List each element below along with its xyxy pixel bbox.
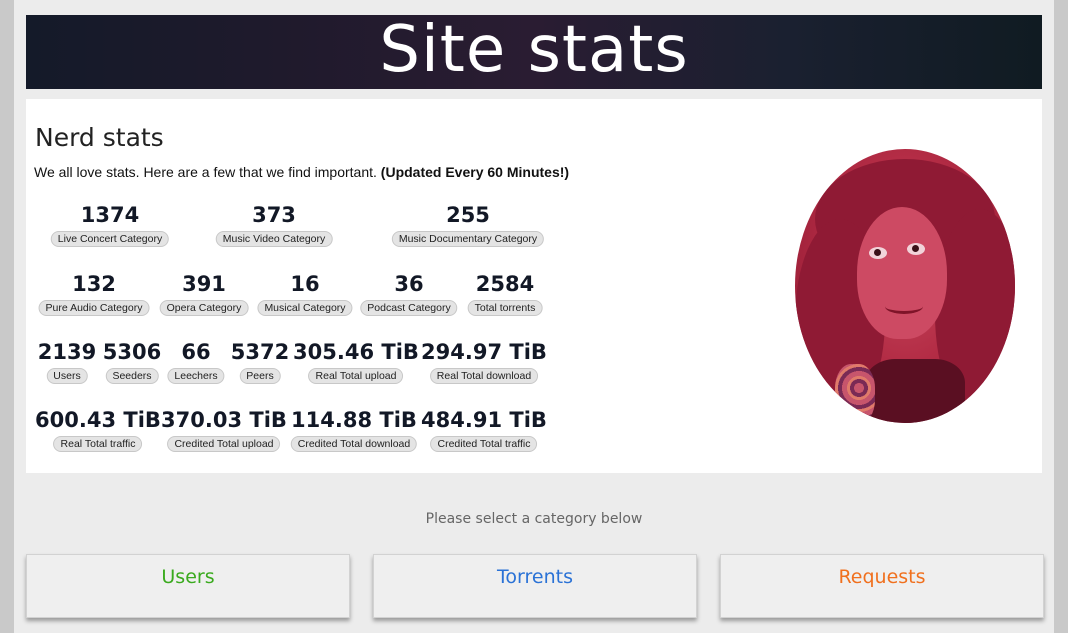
stat-value: 255 bbox=[446, 203, 490, 227]
stat-real-total-traffic: 600.43 TiB Real Total traffic bbox=[35, 408, 161, 452]
stat-podcast: 36 Podcast Category bbox=[360, 272, 458, 316]
stat-credited-total-download: 114.88 TiB Credited Total download bbox=[290, 408, 418, 452]
stat-value: 2584 bbox=[475, 272, 535, 296]
stat-label: Live Concert Category bbox=[50, 231, 170, 247]
stat-credited-total-traffic: 484.91 TiB Credited Total traffic bbox=[421, 408, 547, 452]
stat-real-total-download: 294.97 TiB Real Total download bbox=[421, 340, 547, 384]
stat-pure-audio: 132 Pure Audio Category bbox=[38, 272, 150, 316]
stat-value: 484.91 TiB bbox=[421, 408, 547, 432]
stat-music-video: 373 Music Video Category bbox=[215, 203, 333, 247]
stat-value: 114.88 TiB bbox=[291, 408, 417, 432]
site-header: Site stats bbox=[26, 15, 1042, 89]
stat-value: 2139 bbox=[37, 340, 97, 364]
stat-value: 373 bbox=[252, 203, 296, 227]
intro-update-note: (Updated Every 60 Minutes!) bbox=[380, 164, 570, 180]
stat-label: Pure Audio Category bbox=[38, 300, 150, 316]
stat-value: 1374 bbox=[80, 203, 140, 227]
stat-label: Peers bbox=[239, 368, 281, 384]
section-heading: Nerd stats bbox=[35, 123, 164, 152]
stat-value: 16 bbox=[290, 272, 320, 296]
category-users-button[interactable]: Users bbox=[26, 554, 350, 618]
stat-label: Credited Total upload bbox=[167, 436, 281, 452]
category-requests-button[interactable]: Requests bbox=[720, 554, 1044, 618]
stat-label: Total torrents bbox=[467, 300, 543, 316]
stat-value: 5372 bbox=[230, 340, 290, 364]
stat-label: Real Total traffic bbox=[53, 436, 143, 452]
stat-value: 132 bbox=[72, 272, 116, 296]
nerd-stats-panel: Nerd stats We all love stats. Here are a… bbox=[26, 99, 1042, 473]
stat-label: Credited Total download bbox=[290, 436, 418, 452]
stat-label: Opera Category bbox=[159, 300, 249, 316]
category-prompt: Please select a category below bbox=[425, 511, 643, 527]
stat-label: Leechers bbox=[167, 368, 225, 384]
stat-value: 305.46 TiB bbox=[293, 340, 419, 364]
stat-label: Credited Total traffic bbox=[430, 436, 538, 452]
stat-opera: 391 Opera Category bbox=[159, 272, 249, 316]
stat-leechers: 66 Leechers bbox=[167, 340, 225, 384]
intro-plain: We all love stats. Here are a few that w… bbox=[34, 164, 377, 180]
stat-value: 36 bbox=[394, 272, 424, 296]
stat-credited-total-upload: 370.03 TiB Credited Total upload bbox=[161, 408, 287, 452]
page-title: Site stats bbox=[379, 13, 689, 87]
stat-label: Real Total download bbox=[429, 368, 539, 384]
stat-users: 2139 Users bbox=[38, 340, 96, 384]
profile-portrait-image bbox=[795, 149, 1015, 423]
intro-text: We all love stats. Here are a few that w… bbox=[34, 164, 569, 180]
stat-real-total-upload: 305.46 TiB Real Total upload bbox=[293, 340, 419, 384]
stat-label: Musical Category bbox=[257, 300, 353, 316]
category-label: Torrents bbox=[497, 566, 573, 588]
stat-label: Real Total upload bbox=[308, 368, 404, 384]
stat-seeders: 5306 Seeders bbox=[103, 340, 161, 384]
stat-value: 391 bbox=[182, 272, 226, 296]
stat-value: 66 bbox=[181, 340, 211, 364]
stat-total-torrents: 2584 Total torrents bbox=[467, 272, 543, 316]
stat-label: Music Video Category bbox=[215, 231, 333, 247]
stat-live-concert: 1374 Live Concert Category bbox=[50, 203, 170, 247]
category-label: Requests bbox=[838, 566, 926, 588]
stat-label: Podcast Category bbox=[360, 300, 458, 316]
stat-label: Seeders bbox=[105, 368, 159, 384]
category-torrents-button[interactable]: Torrents bbox=[373, 554, 697, 618]
category-label: Users bbox=[161, 566, 215, 588]
stat-value: 5306 bbox=[102, 340, 162, 364]
stat-label: Users bbox=[46, 368, 88, 384]
page: Site stats Nerd stats We all love stats.… bbox=[14, 0, 1054, 633]
stat-label: Music Documentary Category bbox=[391, 231, 545, 247]
stat-value: 370.03 TiB bbox=[161, 408, 287, 432]
stat-music-documentary: 255 Music Documentary Category bbox=[391, 203, 545, 247]
stat-value: 294.97 TiB bbox=[421, 340, 547, 364]
stat-value: 600.43 TiB bbox=[35, 408, 161, 432]
stat-musical: 16 Musical Category bbox=[257, 272, 353, 316]
stat-peers: 5372 Peers bbox=[231, 340, 289, 384]
